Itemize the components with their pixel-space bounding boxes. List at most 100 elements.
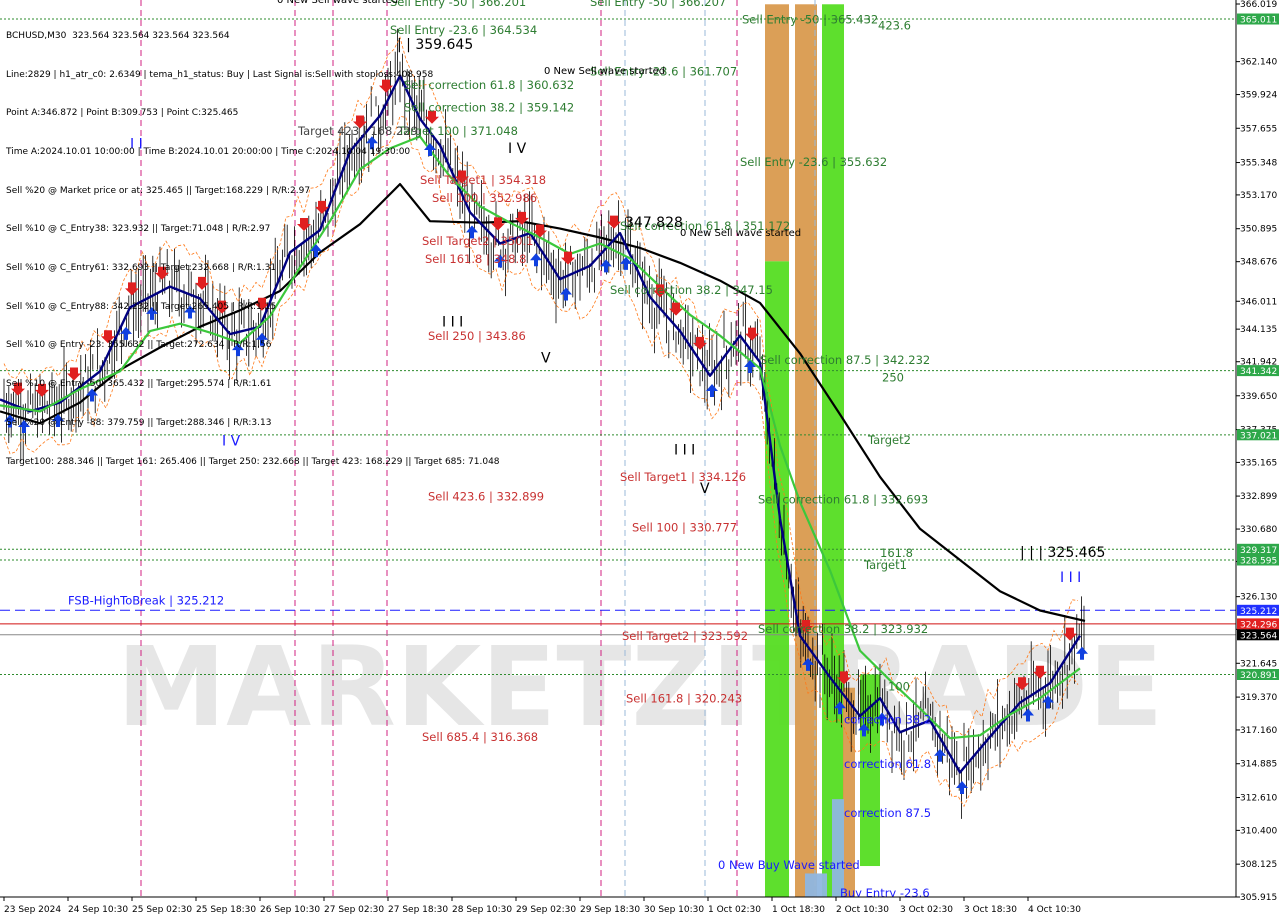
info-line: Target100: 288.346 || Target 161: 265.40… <box>6 456 500 467</box>
info-line: Sell %20 @ Entry -88: 379.759 || Target:… <box>6 417 272 428</box>
level-label: 250 <box>882 371 904 385</box>
level-label: Target1 <box>863 558 907 572</box>
buy-arrow <box>706 384 718 398</box>
x-tick-label: 26 Sep 10:30 <box>260 905 320 915</box>
x-tick-label: 27 Sep 18:30 <box>388 905 448 915</box>
y-tick-label: 346.011 <box>1240 297 1277 307</box>
x-tick-label: 1 Oct 02:30 <box>708 905 761 915</box>
y-tick-label: 339.650 <box>1240 392 1277 402</box>
level-label: 423.6 <box>878 19 911 33</box>
level-label: 0 New Buy Wave started <box>718 858 860 872</box>
info-line: Point A:346.872 | Point B:309.753 | Poin… <box>6 108 239 119</box>
signal-band <box>832 799 844 898</box>
x-tick-label: 23 Sep 2024 <box>4 905 61 915</box>
level-label: Sell Target2 | 323.592 <box>622 629 748 643</box>
y-tick-label: 321.645 <box>1240 659 1277 669</box>
x-tick-label: 3 Oct 02:30 <box>900 905 953 915</box>
wave-price-label: 0 New Sell wave started <box>544 66 665 77</box>
level-label: Sell Entry -50 | 366.207 <box>590 0 726 9</box>
y-tick-label: 359.924 <box>1240 91 1277 101</box>
y-tick-label: 314.885 <box>1240 760 1277 770</box>
wave-count-label: I I I <box>1060 570 1081 586</box>
info-line: Sell %20 @ Market price or at: 325.465 |… <box>6 185 311 196</box>
y-tick-label: 335.165 <box>1240 458 1277 468</box>
wave-count-label: I I I <box>674 443 695 459</box>
level-label: Sell 685.4 | 316.368 <box>422 730 538 744</box>
level-label: Sell Entry -50 | 365.432 <box>742 13 878 27</box>
price-badge-label: 320.891 <box>1240 671 1277 681</box>
x-tick-label: 3 Oct 18:30 <box>964 905 1017 915</box>
info-line: Sell %10 @ Entry -50: 365.432 || Target:… <box>6 379 272 390</box>
wave-price-label: | | | 325.465 <box>1020 545 1105 561</box>
y-tick-label: 348.676 <box>1240 258 1277 268</box>
x-tick-label: 24 Sep 10:30 <box>68 905 128 915</box>
info-line: Time A:2024.10.01 10:00:00 | Time B:2024… <box>6 146 411 157</box>
price-badge-label: 337.021 <box>1240 431 1277 441</box>
x-tick-label: 4 Oct 10:30 <box>1028 905 1081 915</box>
level-label: Sell 100 | 330.777 <box>632 521 737 535</box>
y-tick-label: 308.125 <box>1240 860 1277 870</box>
x-tick-label: 25 Sep 18:30 <box>196 905 256 915</box>
x-tick-label: 27 Sep 02:30 <box>324 905 384 915</box>
info-line: Sell %10 @ C_Entry38: 323.932 || Target:… <box>6 224 271 235</box>
y-tick-label: 312.610 <box>1240 794 1277 804</box>
buy-arrow <box>560 287 572 301</box>
level-label: Sell correction 38.2 | 347.15 <box>610 283 773 297</box>
y-tick-label: 355.348 <box>1240 159 1277 169</box>
level-label: 100 <box>888 680 910 694</box>
y-tick-label: 366.019 <box>1240 0 1277 10</box>
wave-count-label: I V <box>508 141 527 157</box>
y-tick-label: 305.915 <box>1240 893 1277 903</box>
level-label: correction 61.8 <box>844 757 931 771</box>
info-line: BCHUSD,M30 323.564 323.564 323.564 323.5… <box>6 30 230 41</box>
wave-price-label: 0 New Sell wave started <box>680 228 801 239</box>
level-label: Sell correction 61.8 | 332.693 <box>758 493 928 507</box>
info-line: Sell %10 @ Entry -23: 355.632 || Target:… <box>6 340 272 351</box>
info-line: Sell %10 @ C_Entry88: 342.232 || Target:… <box>6 301 277 312</box>
info-panel: BCHUSD,M30 323.564 323.564 323.564 323.5… <box>6 4 500 494</box>
level-label: correction 38.2 <box>844 712 931 726</box>
level-label: Target2 <box>867 433 911 447</box>
price-badge-label: 323.564 <box>1240 631 1277 641</box>
wave-count-label: V <box>700 481 710 497</box>
signal-band <box>805 873 827 898</box>
y-tick-label: 330.680 <box>1240 525 1277 535</box>
y-tick-label: 357.655 <box>1240 124 1277 134</box>
y-tick-label: 310.400 <box>1240 826 1277 836</box>
x-tick-label: 29 Sep 18:30 <box>580 905 640 915</box>
x-tick-label: 25 Sep 02:30 <box>132 905 192 915</box>
level-label: FSB-HighToBreak | 325.212 <box>68 594 224 608</box>
level-label: correction 87.5 <box>844 806 931 820</box>
sell-arrow <box>745 327 759 341</box>
info-line: Line:2829 | h1_atr_c0: 2.6349 | tema_h1_… <box>6 69 434 80</box>
price-badge-label: 329.317 <box>1240 546 1277 556</box>
y-tick-label: 319.370 <box>1240 693 1277 703</box>
price-badge-label: 328.595 <box>1240 557 1277 567</box>
x-tick-label: 30 Sep 10:30 <box>644 905 704 915</box>
x-tick-label: 2 Oct 10:30 <box>836 905 889 915</box>
wave-count-label: V <box>541 350 551 366</box>
buy-arrow <box>530 253 542 267</box>
level-label: Sell correction 87.5 | 342.232 <box>760 353 930 367</box>
y-tick-label: 362.140 <box>1240 58 1277 68</box>
y-tick-label: 350.895 <box>1240 225 1277 235</box>
price-badge-label: 324.296 <box>1240 620 1277 630</box>
level-label: Sell Entry -23.6 | 355.632 <box>740 155 887 169</box>
signal-band <box>795 4 817 898</box>
y-tick-label: 326.130 <box>1240 593 1277 603</box>
level-label: Sell 161.8 | 320.243 <box>626 692 742 706</box>
price-badge-label: 365.011 <box>1240 16 1277 26</box>
x-tick-label: 28 Sep 10:30 <box>452 905 512 915</box>
signal-band <box>822 4 844 898</box>
x-tick-label: 1 Oct 18:30 <box>772 905 825 915</box>
y-tick-label: 317.160 <box>1240 726 1277 736</box>
level-label: Sell correction 38.2 | 323.932 <box>758 622 928 636</box>
wave-price-label: 347.828 <box>625 215 683 231</box>
y-tick-label: 344.135 <box>1240 325 1277 335</box>
chart-root: MARKETZITRADE Sell Entry -50 | 366.201 Se… <box>0 0 1280 920</box>
price-badge-label: 325.212 <box>1240 607 1277 617</box>
x-tick-label: 29 Sep 02:30 <box>516 905 576 915</box>
y-tick-label: 332.899 <box>1240 492 1277 502</box>
level-label: Sell Target1 | 334.126 <box>620 470 746 484</box>
info-line: Sell %10 @ C_Entry61: 332.693 || Target:… <box>6 263 277 274</box>
